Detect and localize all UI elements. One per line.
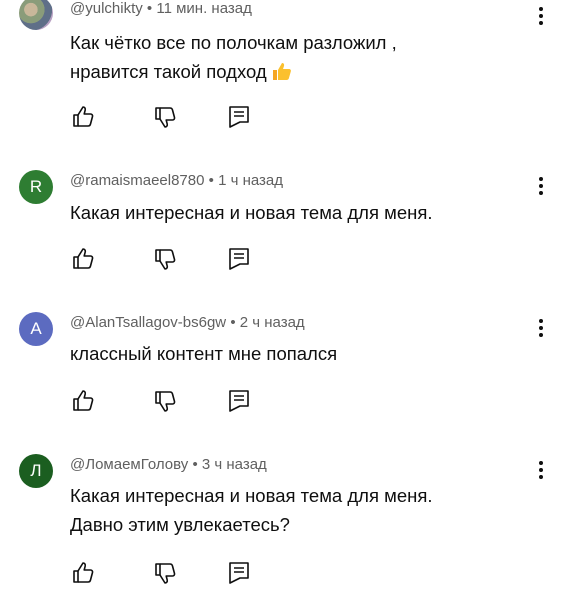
avatar[interactable] (19, 0, 53, 30)
avatar[interactable]: Л (19, 454, 53, 488)
comment-actions (70, 104, 270, 130)
comment-text: классный контент мне попался (70, 343, 338, 364)
author-name[interactable]: @ЛомаемГолову (70, 456, 188, 473)
comment-meta: @AlanTsallagov-bs6gw • 2 ч назад (70, 314, 305, 331)
comment-time: 3 ч назад (201, 456, 267, 473)
thumb-down-icon[interactable] (152, 560, 178, 586)
author-name[interactable]: @yulchikty (70, 0, 143, 17)
comments-page: { "comments": [ { "author": "@yulchikty"… (0, 0, 576, 604)
thumb-up-icon[interactable] (70, 560, 96, 586)
avatar[interactable]: A (19, 312, 53, 346)
thumb-down-icon[interactable] (152, 388, 178, 414)
meta-separator: • (230, 314, 236, 331)
more-vert-icon[interactable] (530, 316, 552, 340)
reply-icon[interactable] (226, 246, 252, 272)
meta-separator: • (208, 172, 214, 189)
comment-text: Какая интересная и новая тема для меня. (70, 202, 433, 223)
comment-text: Какая интересная и новая тема для меня. … (70, 485, 433, 535)
comment-actions (70, 560, 270, 586)
thumbs-up-emoji (272, 63, 291, 80)
more-vert-icon[interactable] (530, 4, 552, 28)
thumb-down-icon[interactable] (152, 246, 178, 272)
comment-meta: @ЛомаемГолову • 3 ч назад (70, 456, 267, 473)
thumb-up-icon[interactable] (70, 246, 96, 272)
meta-separator: • (146, 0, 153, 17)
avatar[interactable]: R (19, 170, 53, 204)
reply-icon[interactable] (226, 104, 252, 130)
thumb-up-icon[interactable] (70, 388, 96, 414)
comment-time: 2 ч назад (239, 314, 305, 331)
author-name[interactable]: @ramaismaeel8780 (70, 172, 204, 189)
author-name[interactable]: @AlanTsallagov-bs6gw (70, 314, 226, 331)
reply-icon[interactable] (226, 388, 252, 414)
meta-separator: • (192, 456, 198, 473)
thumb-up-icon[interactable] (70, 104, 96, 130)
comment-meta: @yulchikty • 11 мин. назад (70, 0, 252, 17)
more-vert-icon[interactable] (530, 174, 552, 198)
comment-actions (70, 388, 270, 414)
comment-time: 11 мин. назад (156, 0, 252, 17)
reply-icon[interactable] (226, 560, 252, 586)
thumb-down-icon[interactable] (152, 104, 178, 130)
comment-text: Как чётко все по полочкам разложил , нра… (70, 32, 397, 82)
comment-actions (70, 246, 270, 272)
more-vert-icon[interactable] (530, 458, 552, 482)
comment-time: 1 ч назад (218, 172, 283, 189)
comment-meta: @ramaismaeel8780 • 1 ч назад (70, 172, 283, 189)
